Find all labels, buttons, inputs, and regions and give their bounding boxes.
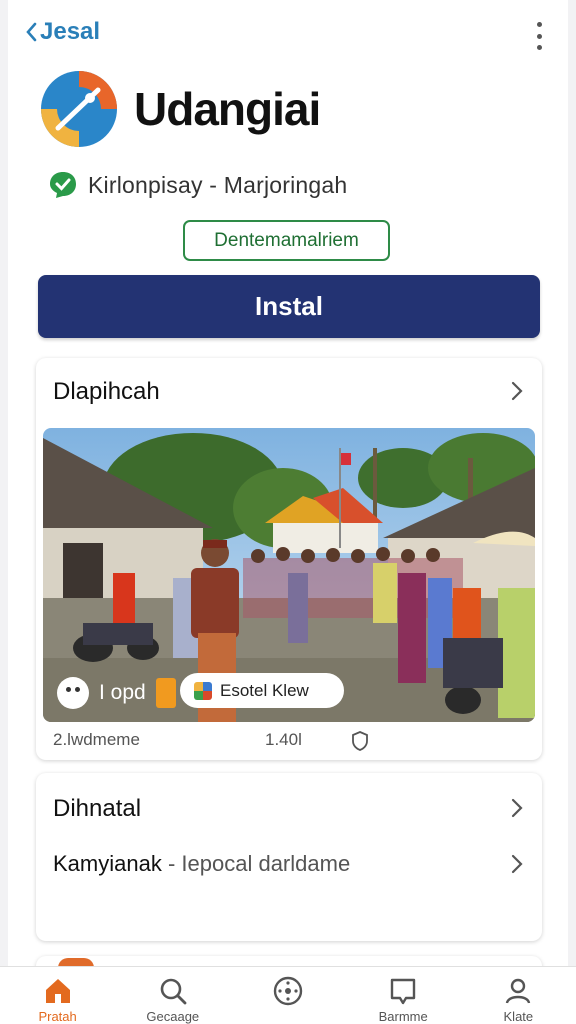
chevron-left-icon xyxy=(26,22,37,42)
card-title: Dlapihcah xyxy=(53,378,160,405)
app-detail-screen: Jesal Udangiai Kirlonpisay - Marjoringah… xyxy=(8,0,568,1024)
install-button[interactable]: Instal xyxy=(38,275,540,338)
more-options-icon[interactable] xyxy=(532,22,546,50)
photo-meta-row: 2.lwdmeme 1.40l xyxy=(53,730,523,752)
nav-search[interactable]: Gecaage xyxy=(128,967,218,1024)
app-grid-icon xyxy=(194,681,212,700)
shield-icon[interactable] xyxy=(351,730,369,752)
developer-row[interactable]: Kirlonpisay - Marjoringah xyxy=(48,170,347,200)
chevron-right-icon[interactable] xyxy=(510,380,524,402)
meta-mid: 1.40l xyxy=(265,730,302,749)
nav-label: Pratah xyxy=(38,1009,77,1024)
back-button[interactable]: Jesal xyxy=(24,18,100,46)
meta-left: 2.lwdmeme xyxy=(53,730,140,749)
photo-label-chip[interactable]: Esotel Klew xyxy=(180,673,344,708)
bookmark-icon xyxy=(390,978,416,1005)
developer-name: Kirlonpisay - Marjoringah xyxy=(88,171,348,198)
photo-count: I opd xyxy=(99,681,146,704)
top-bar: Jesal xyxy=(8,14,568,54)
detail-row[interactable]: Kamyianak - Iepocal darldame xyxy=(53,851,350,877)
photo-count-chip[interactable]: I opd xyxy=(57,676,176,710)
home-icon xyxy=(45,979,70,1003)
chevron-right-icon[interactable] xyxy=(510,797,524,819)
nav-label: Klate xyxy=(503,1009,534,1024)
verified-check-icon xyxy=(50,172,76,198)
compass-icon xyxy=(273,976,303,1006)
nav-saved[interactable]: Barmme xyxy=(358,967,448,1024)
nav-label: Gecaage xyxy=(146,1009,200,1024)
nav-label: Barmme xyxy=(378,1009,428,1024)
smile-icon xyxy=(57,677,89,709)
screenshot-image[interactable]: I opd Esotel Klew xyxy=(43,428,535,722)
back-label: Jesal xyxy=(40,18,101,45)
screenshots-card: Dlapihcah I opd Esotel Klew 2.lwdmeme 1.… xyxy=(36,358,542,760)
nav-profile[interactable]: Klate xyxy=(473,967,563,1024)
app-name: Udangiai xyxy=(134,83,321,135)
search-icon xyxy=(160,978,187,1005)
chevron-right-icon[interactable] xyxy=(510,853,524,875)
card-title: Dihnatal xyxy=(53,795,142,822)
category-tag[interactable]: Dentemamalriem xyxy=(183,220,390,261)
profile-icon xyxy=(506,978,531,1004)
nav-home[interactable]: Pratah xyxy=(13,967,103,1024)
nav-explore[interactable] xyxy=(243,967,333,1024)
detail-row-title: Kamyianak xyxy=(53,851,162,876)
app-logo xyxy=(41,71,117,147)
bottom-navigation: Pratah Gecaage Barmme Klate xyxy=(0,966,576,1024)
detail-row-subtitle: - Iepocal darldame xyxy=(167,851,351,876)
tag-icon xyxy=(155,678,176,708)
photo-label: Esotel Klew xyxy=(220,680,309,700)
details-card: Dihnatal Kamyianak - Iepocal darldame xyxy=(36,773,542,941)
